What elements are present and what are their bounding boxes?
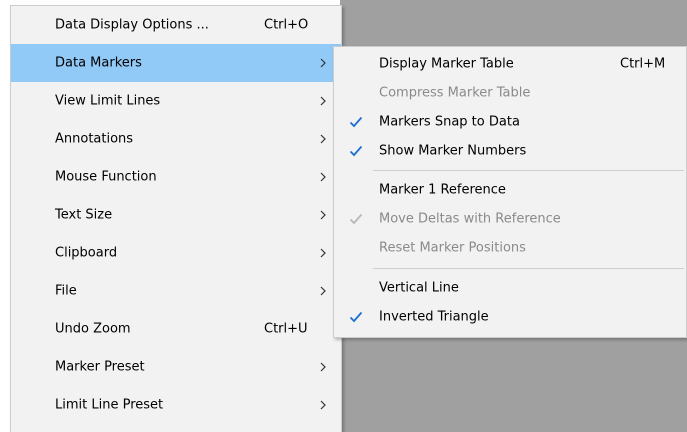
menu-item-label: Mouse Function: [55, 169, 157, 185]
data-markers-submenu: Display Marker Table Ctrl+M Compress Mar…: [333, 46, 687, 338]
chevron-right-icon: [320, 58, 326, 68]
submenu-item-inverted-triangle[interactable]: Inverted Triangle: [334, 302, 686, 331]
menu-item-label: Reset Marker Positions: [379, 240, 526, 255]
menu-item-label: Data Markers: [55, 55, 142, 71]
chevron-right-icon: [320, 134, 326, 144]
menu-item-data-markers[interactable]: Data Markers: [11, 44, 341, 82]
menu-item-label: Show Marker Numbers: [379, 143, 527, 158]
menu-item-text-size[interactable]: Text Size: [11, 196, 341, 234]
submenu-item-markers-snap-to-data[interactable]: Markers Snap to Data: [334, 107, 686, 136]
menu-item-label: Marker 1 Reference: [379, 182, 506, 197]
chevron-right-icon: [320, 248, 326, 258]
menu-item-label: File: [55, 283, 77, 299]
menu-item-label: Data Display Options ...: [55, 17, 209, 33]
submenu-item-compress-marker-table: Compress Marker Table: [334, 78, 686, 107]
menu-item-label: Display Marker Table: [379, 56, 514, 71]
menu-separator: [373, 170, 684, 171]
checkmark-icon: [349, 145, 363, 156]
chevron-right-icon: [320, 362, 326, 372]
menu-item-marker-preset[interactable]: Marker Preset: [11, 348, 341, 386]
menu-item-shortcut: Ctrl+O: [264, 17, 309, 33]
menu-item-label: Compress Marker Table: [379, 85, 531, 100]
submenu-item-show-marker-numbers[interactable]: Show Marker Numbers: [334, 136, 686, 165]
menu-item-view-limit-lines[interactable]: View Limit Lines: [11, 82, 341, 120]
menu-item-label: Marker Preset: [55, 359, 145, 375]
menu-item-label: Clipboard: [55, 245, 118, 261]
menu-item-label: Move Deltas with Reference: [379, 211, 561, 226]
checkmark-icon: [349, 116, 363, 127]
menu-item-data-display-options[interactable]: Data Display Options ... Ctrl+O: [11, 6, 341, 44]
chevron-right-icon: [320, 400, 326, 410]
submenu-item-marker-1-reference[interactable]: Marker 1 Reference: [334, 175, 686, 204]
menu-item-shortcut: Ctrl+M: [620, 56, 666, 71]
menu-separator: [373, 268, 684, 269]
submenu-item-display-marker-table[interactable]: Display Marker Table Ctrl+M: [334, 49, 686, 78]
chevron-right-icon: [320, 286, 326, 296]
menu-item-label: Vertical Line: [379, 280, 459, 295]
menu-item-shortcut: Ctrl+U: [264, 321, 308, 337]
menu-item-limit-line-preset[interactable]: Limit Line Preset: [11, 386, 341, 424]
menu-item-clipboard[interactable]: Clipboard: [11, 234, 341, 272]
menu-item-label: Undo Zoom: [55, 321, 131, 337]
submenu-item-vertical-line[interactable]: Vertical Line: [334, 273, 686, 302]
menu-item-label: Inverted Triangle: [379, 309, 489, 324]
menu-item-undo-zoom[interactable]: Undo Zoom Ctrl+U: [11, 310, 341, 348]
checkmark-icon: [349, 213, 363, 224]
menu-item-label: Annotations: [55, 131, 134, 147]
menu-item-mouse-function[interactable]: Mouse Function: [11, 158, 341, 196]
menu-item-file[interactable]: File: [11, 272, 341, 310]
chevron-right-icon: [320, 210, 326, 220]
submenu-item-reset-marker-positions: Reset Marker Positions: [334, 233, 686, 262]
submenu-item-move-deltas-with-reference: Move Deltas with Reference: [334, 204, 686, 233]
menu-item-label: Markers Snap to Data: [379, 114, 520, 129]
chevron-right-icon: [320, 172, 326, 182]
chevron-right-icon: [320, 96, 326, 106]
context-menu: Data Display Options ... Ctrl+O Data Mar…: [10, 5, 342, 432]
menu-item-label: View Limit Lines: [55, 93, 161, 109]
menu-item-label: Text Size: [55, 207, 113, 223]
checkmark-icon: [349, 311, 363, 322]
menu-item-annotations[interactable]: Annotations: [11, 120, 341, 158]
menu-item-label: Limit Line Preset: [55, 397, 164, 413]
